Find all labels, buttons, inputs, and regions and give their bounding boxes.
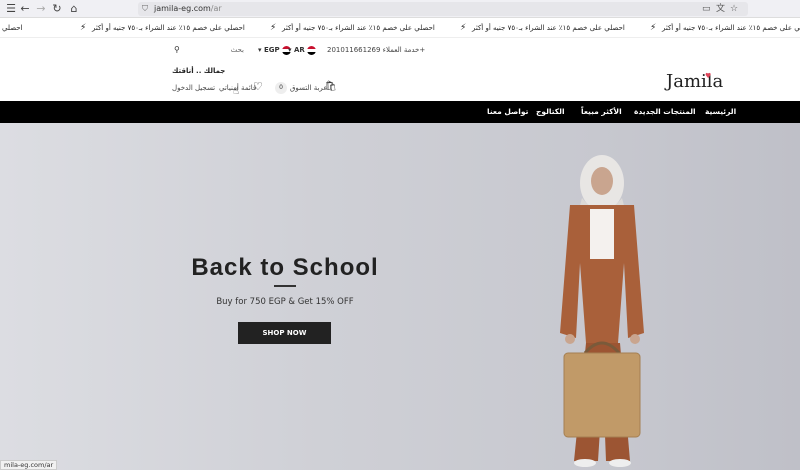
hero-banner[interactable]: Back to School Buy for 750 EGP & Get 15%…: [0, 123, 800, 470]
main-nav: الرئيسية المنتجات الجديدة الأكثر مبيعاً …: [0, 101, 800, 123]
site-header: ⚲ بحث ▾ EGP ▾ AR خدمة العملاء 2010116612…: [0, 38, 800, 101]
translate-icon[interactable]: 文: [716, 2, 725, 16]
heart-logo-icon: ♥: [705, 72, 712, 80]
customer-service-phone[interactable]: خدمة العملاء 201011661269+: [327, 43, 425, 57]
shoe-shape: [609, 459, 631, 467]
shirt-shape: [590, 209, 614, 259]
shop-now-button[interactable]: SHOP NOW: [238, 322, 331, 344]
announcement-text: احصلي: [2, 24, 23, 32]
hero-subtitle: Buy for 750 EGP & Get 15% OFF: [216, 297, 354, 307]
announcement-text: احصلي على خصم ١٥٪ عند الشراء بـ٧٥٠ جنيه …: [282, 24, 435, 32]
face-shape: [591, 167, 613, 195]
model-image: [560, 155, 644, 467]
status-bar-url: mila-eg.com/ar: [0, 460, 58, 470]
nav-item-best-sellers[interactable]: الأكثر مبيعاً: [581, 101, 622, 123]
egypt-flag-icon: [306, 45, 316, 55]
site-logo[interactable]: Jamila: [666, 71, 723, 93]
nav-item-contact[interactable]: تواصل معنا: [487, 101, 528, 123]
bolt-icon: ⚡: [460, 23, 467, 33]
bolt-icon: ⚡: [650, 23, 657, 33]
nav-item-catalog[interactable]: الكتالوج: [536, 101, 565, 123]
browser-toolbar: ☰ ← → ↻ ⌂ ⛉ jamila-eg.com/ar ▭ 文 ☆: [0, 0, 800, 18]
hero-divider: [274, 285, 296, 287]
shield-icon: ⛉: [142, 4, 148, 13]
shoe-shape: [574, 459, 596, 467]
bolt-icon: ⚡: [80, 23, 87, 33]
address-bar[interactable]: ⛉ jamila-eg.com/ar: [138, 2, 748, 16]
bag-icon[interactable]: 🛍: [324, 80, 337, 94]
mouse-cursor-icon: ☝: [233, 86, 240, 97]
back-arrow-icon[interactable]: ☰: [4, 2, 18, 16]
announcement-text: احصلي على خصم ١٥٪ عند الشراء بـ٧٥٠ جنيه …: [472, 24, 625, 32]
hand-shape: [565, 334, 575, 344]
nav-item-new-products[interactable]: المنتجات الجديدة: [634, 101, 696, 123]
heart-icon[interactable]: ♡: [253, 80, 263, 94]
hero-title: Back to School: [191, 254, 379, 281]
bolt-icon: ⚡: [270, 23, 277, 33]
announcement-text: احصلي على خصم ١٥٪ عند الشراء بـ٧٥٠ جنيه …: [92, 24, 245, 32]
bookmark-star-icon[interactable]: ☆: [730, 2, 738, 16]
search-icon[interactable]: ⚲: [174, 43, 180, 57]
language-selector[interactable]: ▾ AR: [288, 43, 318, 57]
reload-icon[interactable]: ↻: [50, 2, 64, 16]
cart-link[interactable]: عربة التسوق: [290, 82, 327, 94]
nav-item-home[interactable]: الرئيسية: [705, 101, 736, 123]
announcement-text: احصلي على خصم ١٥٪ عند الشراء بـ٧٥٠ جنيه …: [662, 24, 800, 32]
login-link[interactable]: تسجيل الدخول: [172, 82, 215, 94]
url-text: jamila-eg.com/ar: [154, 4, 222, 13]
hand-shape: [630, 334, 640, 344]
search-input[interactable]: ⚲ بحث: [170, 43, 250, 57]
forward-arrow-icon[interactable]: →: [34, 2, 48, 16]
straw-bag-shape: [564, 353, 640, 437]
search-placeholder: بحث: [230, 46, 244, 54]
back-arrow-icon[interactable]: ←: [18, 2, 32, 16]
welcome-text: جمالك .. أناقتك: [172, 67, 226, 75]
screenshot-icon[interactable]: ▭: [702, 2, 711, 16]
cart-count-badge: 0: [275, 82, 287, 94]
announcement-bar: احصلي ⚡ احصلي على خصم ١٥٪ عند الشراء بـ٧…: [0, 18, 800, 38]
home-icon[interactable]: ⌂: [67, 2, 81, 16]
